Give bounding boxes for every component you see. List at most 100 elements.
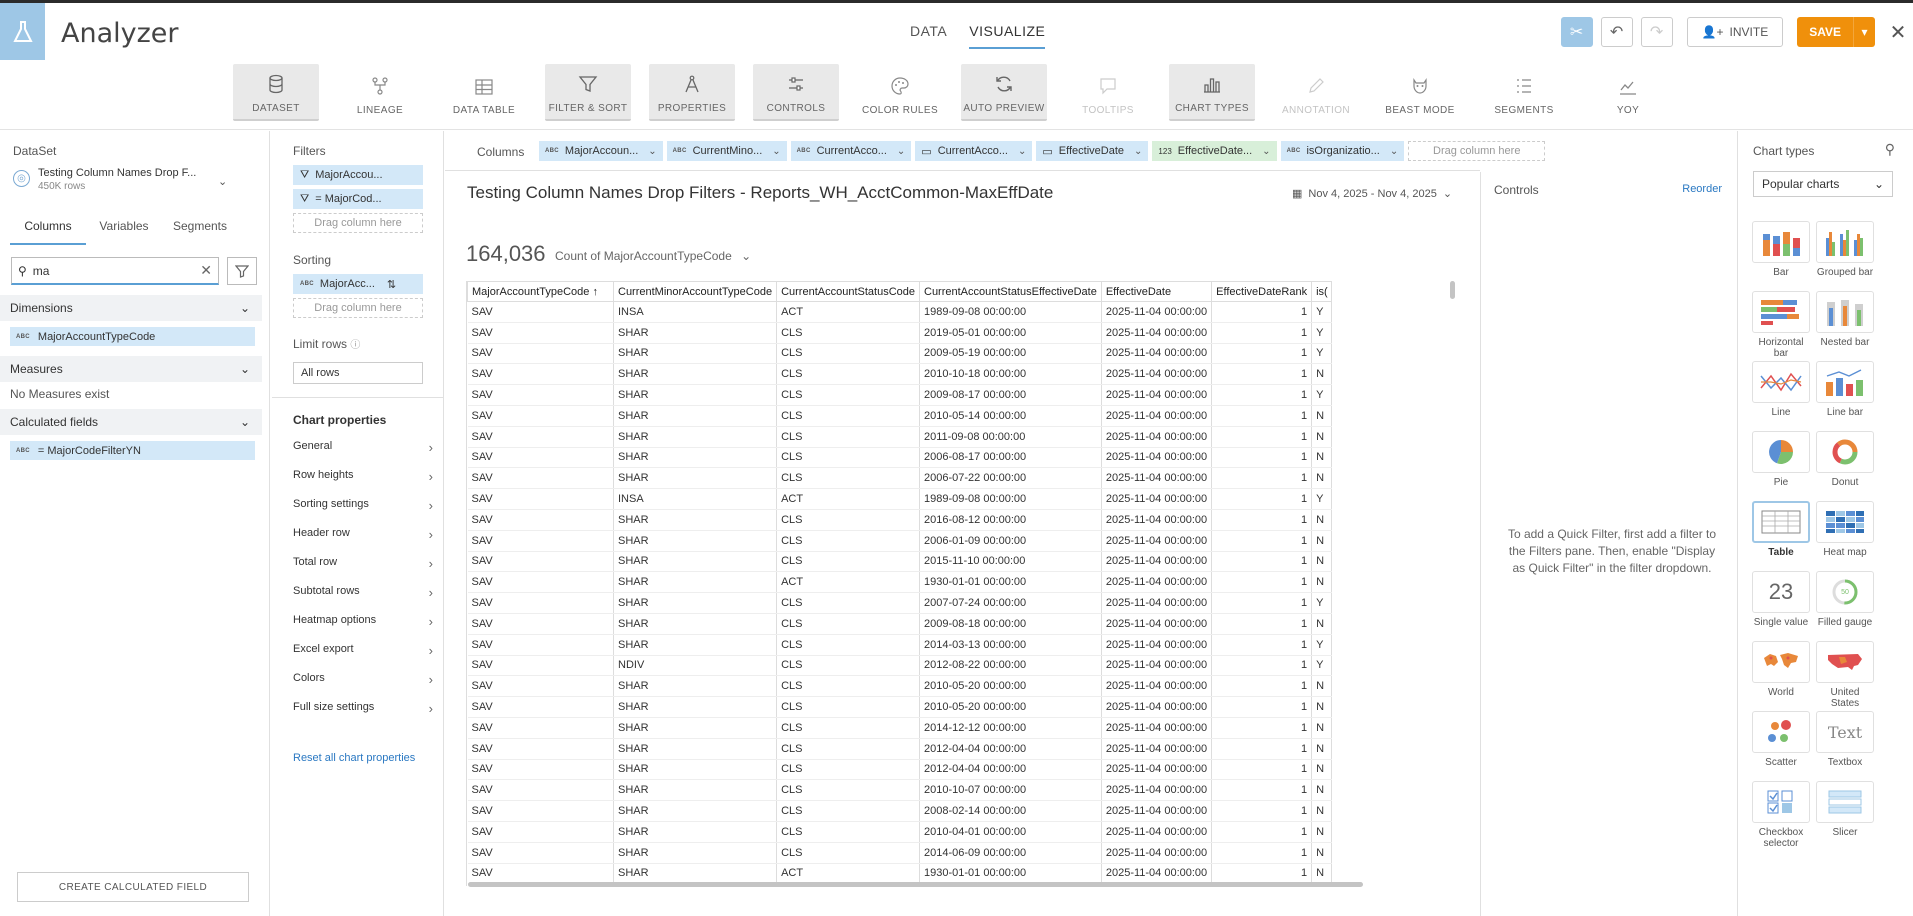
chevron-down-icon[interactable]: ⌄ <box>1262 146 1270 157</box>
chart-type-slicer[interactable]: Slicer <box>1814 781 1876 851</box>
create-calculated-field-button[interactable]: CREATE CALCULATED FIELD <box>17 872 249 902</box>
chart-property-row-heights[interactable]: Row heights › <box>293 469 433 484</box>
clear-icon[interactable]: ✕ <box>200 262 212 279</box>
chart-type-checkbox-selector[interactable]: Checkbox selector <box>1750 781 1812 851</box>
chart-property-sorting-settings[interactable]: Sorting settings › <box>293 498 433 513</box>
columns-drop-zone[interactable]: Drag column here <box>1408 141 1546 161</box>
tab-columns[interactable]: Columns <box>10 219 86 245</box>
save-button[interactable]: SAVE <box>1797 17 1853 47</box>
invite-button[interactable]: 👤+ INVITE <box>1686 17 1784 47</box>
chevron-down-icon[interactable]: ⌄ <box>648 146 656 157</box>
filter-pill-1[interactable]: ⛛ MajorAccou... <box>293 165 423 185</box>
chart-property-full-size-settings[interactable]: Full size settings › <box>293 701 433 716</box>
reorder-link[interactable]: Reorder <box>1682 183 1722 195</box>
toolbar-beast-mode[interactable]: BEAST MODE <box>1377 64 1463 121</box>
toolbar-auto-preview[interactable]: AUTO PREVIEW <box>961 64 1047 121</box>
tab-segments[interactable]: Segments <box>162 219 238 245</box>
column-pill[interactable]: ABC MajorAccoun... ⌄ <box>539 141 663 161</box>
chart-property-heatmap-options[interactable]: Heatmap options › <box>293 614 433 629</box>
chevron-down-icon[interactable]: ⌄ <box>1018 146 1026 157</box>
dataset-selector[interactable]: ◎ Testing Column Names Drop F... 450K ro… <box>13 167 196 192</box>
calculated-fields-section-header[interactable]: Calculated fields ⌄ <box>0 409 262 435</box>
chart-type-heat-map[interactable]: Heat map <box>1814 501 1876 571</box>
column-pill[interactable]: ABC CurrentMino... ⌄ <box>666 141 787 161</box>
sort-pill-1[interactable]: ABC MajorAcc... ⇅ <box>293 274 423 294</box>
toolbar-data-table[interactable]: DATA TABLE <box>441 64 527 121</box>
sorting-drop-zone[interactable]: Drag column here <box>293 298 423 318</box>
chart-property-excel-export[interactable]: Excel export › <box>293 643 433 658</box>
column-search-input[interactable]: ⚲ ma ✕ <box>11 257 219 285</box>
measures-section-header[interactable]: Measures ⌄ <box>0 356 262 382</box>
chart-property-colors[interactable]: Colors › <box>293 672 433 687</box>
chart-property-general[interactable]: General › <box>293 440 433 455</box>
column-header[interactable]: CurrentMinorAccountTypeCode <box>612 281 778 302</box>
chart-type-world[interactable]: World <box>1750 641 1812 711</box>
chart-property-subtotal-rows[interactable]: Subtotal rows › <box>293 585 433 600</box>
toolbar-dataset[interactable]: DATASET <box>233 64 319 121</box>
column-pill[interactable]: ABC isOrganizatio... ⌄ <box>1280 141 1405 161</box>
filters-drop-zone[interactable]: Drag column here <box>293 213 423 233</box>
horizontal-scrollbar[interactable] <box>468 882 1363 887</box>
limit-rows-input[interactable]: All rows <box>293 362 423 384</box>
toolbar-yoy[interactable]: YOY <box>1585 64 1671 121</box>
chart-type-single-value[interactable]: 23 Single value <box>1750 571 1812 641</box>
column-header[interactable]: MajorAccountTypeCode ↑ <box>467 281 614 302</box>
chart-type-grouped-bar[interactable]: Grouped bar <box>1814 221 1876 291</box>
dimension-field[interactable]: ABC MajorAccountTypeCode <box>10 327 255 346</box>
column-pill[interactable]: ▭ CurrentAcco... ⌄ <box>915 141 1033 161</box>
toolbar-controls[interactable]: CONTROLS <box>753 64 839 121</box>
chevron-down-icon[interactable]: ⌄ <box>1390 146 1398 157</box>
chart-property-header-row[interactable]: Header row › <box>293 527 433 542</box>
chart-title[interactable]: Testing Column Names Drop Filters - Repo… <box>467 183 1053 203</box>
toolbar-filter-sort[interactable]: FILTER & SORT <box>545 64 631 121</box>
toolbar-annotation[interactable]: ANNOTATION <box>1273 64 1359 121</box>
chart-type-nested-bar[interactable]: Nested bar <box>1814 291 1876 361</box>
chevron-down-icon[interactable]: ⌄ <box>218 175 227 188</box>
chevron-down-icon[interactable]: ⌄ <box>897 146 905 157</box>
save-options-caret-icon[interactable]: ▾ <box>1853 17 1875 47</box>
chart-type-filled-gauge[interactable]: 50 Filled gauge <box>1814 571 1876 641</box>
column-header[interactable]: CurrentAccountStatusEffectiveDate <box>919 281 1102 302</box>
chart-type-donut[interactable]: Donut <box>1814 431 1876 501</box>
vertical-scrollbar[interactable] <box>1450 281 1455 299</box>
toolbar-properties[interactable]: PROPERTIES <box>649 64 735 121</box>
column-pill[interactable]: ABC CurrentAcco... ⌄ <box>790 141 912 161</box>
chart-category-select[interactable]: Popular charts ⌄ <box>1753 171 1893 197</box>
undo-icon[interactable]: ↶ <box>1600 17 1633 47</box>
chevron-down-icon[interactable]: ⌄ <box>1134 146 1142 157</box>
toolbar-segments[interactable]: SEGMENTS <box>1481 64 1567 121</box>
chart-type-bar[interactable]: Bar <box>1750 221 1812 291</box>
chart-type-line-bar[interactable]: Line bar <box>1814 361 1876 431</box>
chart-type-horizontal-bar[interactable]: Horizontal bar <box>1750 291 1812 361</box>
column-header[interactable]: is( <box>1311 281 1333 302</box>
search-icon[interactable]: ⚲ <box>1885 141 1895 158</box>
tab-variables[interactable]: Variables <box>86 219 162 245</box>
chart-type-pie[interactable]: Pie <box>1750 431 1812 501</box>
column-header[interactable]: EffectiveDateRank <box>1211 281 1313 302</box>
reset-chart-properties-link[interactable]: Reset all chart properties <box>293 752 415 764</box>
chart-type-united-states[interactable]: United States <box>1814 641 1876 711</box>
wrench-icon[interactable]: ✂ <box>1560 17 1593 47</box>
toolbar-lineage[interactable]: LINEAGE <box>337 64 423 121</box>
toolbar-color-rules[interactable]: COLOR RULES <box>857 64 943 121</box>
column-header[interactable]: CurrentAccountStatusCode <box>776 281 920 302</box>
chart-property-total-row[interactable]: Total row › <box>293 556 433 571</box>
chevron-down-icon[interactable]: ⌄ <box>772 146 780 157</box>
chart-type-table[interactable]: Table <box>1750 501 1812 571</box>
column-pill[interactable]: 123 EffectiveDate... ⌄ <box>1152 141 1277 161</box>
calculated-field[interactable]: ABC = MajorCodeFilterYN <box>10 441 255 460</box>
summary-label[interactable]: Count of MajorAccountTypeCode ⌄ <box>555 249 751 263</box>
sort-order-icon[interactable]: ⇅ <box>387 278 396 291</box>
close-icon[interactable]: ✕ <box>1883 20 1913 45</box>
filter-pill-2[interactable]: ⛛ = MajorCod... <box>293 189 423 209</box>
column-header[interactable]: EffectiveDate <box>1100 281 1213 302</box>
chart-type-line[interactable]: Line <box>1750 361 1812 431</box>
toolbar-chart-types[interactable]: CHART TYPES <box>1169 64 1255 121</box>
info-icon[interactable]: ⓘ <box>350 340 360 351</box>
dimensions-section-header[interactable]: Dimensions ⌄ <box>0 295 262 321</box>
filter-icon[interactable] <box>227 257 257 285</box>
toolbar-tooltips[interactable]: TOOLTIPS <box>1065 64 1151 121</box>
tab-visualize[interactable]: VISUALIZE <box>969 23 1046 49</box>
redo-icon[interactable]: ↷ <box>1640 17 1673 47</box>
chart-type-textbox[interactable]: Text Textbox <box>1814 711 1876 781</box>
